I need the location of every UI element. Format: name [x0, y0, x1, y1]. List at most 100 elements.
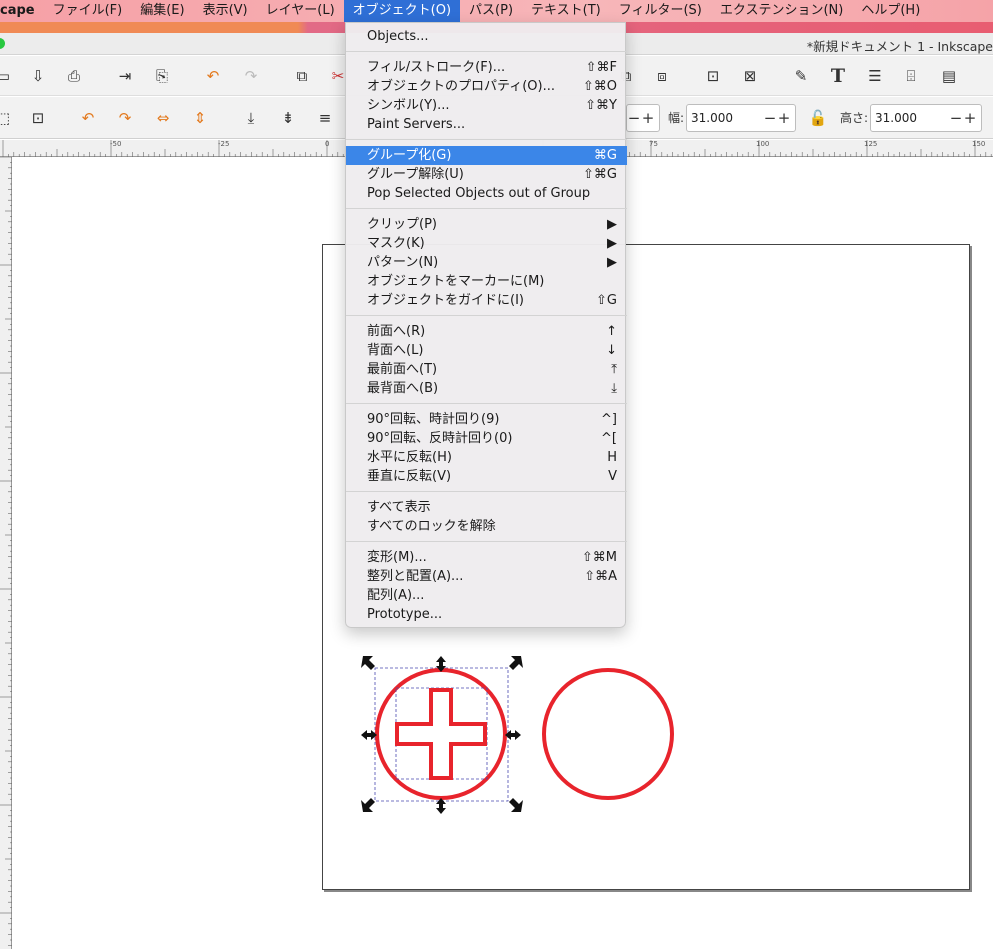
menu-item[interactable]: ヘルプ(H)	[852, 0, 929, 22]
object-menu-item[interactable]: オブジェクトをガイドに(I) ⇧G	[346, 291, 627, 310]
menu-item-label: 最前面へ(T)	[367, 362, 438, 377]
menu-item[interactable]: パス(P)	[460, 0, 522, 22]
object-menu-item[interactable]: 最前面へ(T) ⤒	[346, 360, 627, 379]
import-icon[interactable]: ⇩	[27, 65, 49, 87]
menu-item[interactable]: フィルター(S)	[610, 0, 711, 22]
select-all-icon[interactable]: ⬚	[0, 107, 14, 129]
circle-shape[interactable]	[542, 668, 674, 800]
object-menu-item[interactable]: グループ化(G) ⌘G	[346, 146, 627, 165]
menu-item-label: Paint Servers...	[367, 117, 466, 132]
resize-handle-right[interactable]	[505, 730, 521, 740]
menu-item[interactable]: エクステンション(N)	[711, 0, 852, 22]
raise-icon[interactable]: ≡	[314, 107, 336, 129]
menu-item[interactable]: 編集(E)	[131, 0, 193, 22]
resize-handle-top-right[interactable]	[509, 656, 523, 670]
resize-handle-bottom[interactable]	[436, 798, 446, 814]
object-menu-item[interactable]: 整列と配置(A)... ⇧⌘A	[346, 567, 627, 586]
object-menu-item[interactable]: 前面へ(R) ↑	[346, 322, 627, 341]
object-menu-item[interactable]: オブジェクトをマーカーに(M)	[346, 272, 627, 291]
object-menu-item[interactable]: 垂直に反転(V) V	[346, 467, 627, 486]
menu-item-shortcut: ⌘G	[593, 148, 617, 163]
object-menu-item[interactable]: マスク(K) ▶	[346, 234, 627, 253]
zoom-window-button[interactable]	[0, 38, 5, 49]
resize-handle-bottom-left[interactable]	[361, 798, 375, 812]
align-icon[interactable]: ▤	[938, 65, 960, 87]
save-icon[interactable]: ⎘	[151, 65, 173, 87]
selected-group[interactable]	[361, 656, 523, 814]
rotate-ccw-icon[interactable]: ↶	[77, 107, 99, 129]
resize-handle-bottom-right[interactable]	[509, 798, 523, 812]
menu-item[interactable]: オブジェクト(O)	[343, 0, 461, 22]
object-menu-item[interactable]: Prototype...	[346, 605, 627, 624]
minus-icon[interactable]: −	[949, 109, 963, 127]
menu-item[interactable]: 表示(V)	[194, 0, 257, 22]
object-menu-item[interactable]: 90°回転、時計回り(9) ^]	[346, 410, 627, 429]
lower-icon[interactable]: ⇟	[277, 107, 299, 129]
minus-icon[interactable]: −	[627, 109, 641, 127]
select-all-layers-icon[interactable]: ⊡	[27, 107, 49, 129]
menu-item-shortcut: ⇧⌘O	[582, 79, 617, 94]
object-menu-item[interactable]: シンボル(Y)... ⇧⌘Y	[346, 96, 627, 115]
ruler-label: -50	[110, 140, 122, 148]
object-menu-item[interactable]: Paint Servers...	[346, 115, 627, 134]
flip-horizontal-icon[interactable]: ⇔	[152, 107, 174, 129]
height-value[interactable]: 31.000	[871, 111, 949, 125]
cross-shape[interactable]	[395, 688, 487, 780]
plus-icon[interactable]: +	[963, 109, 977, 127]
menu-item-shortcut: ^]	[601, 412, 617, 427]
app-menu[interactable]: cape	[0, 0, 44, 22]
flip-vertical-icon[interactable]: ⇕	[189, 107, 211, 129]
object-menu-item[interactable]: オブジェクトのプロパティ(O)... ⇧⌘O	[346, 77, 627, 96]
lock-icon[interactable]: 🔓	[807, 107, 829, 129]
minus-icon[interactable]: −	[763, 109, 777, 127]
undo-icon[interactable]: ↶	[202, 65, 224, 87]
open-icon[interactable]: ▭	[0, 65, 14, 87]
menu-item-label: Prototype...	[367, 607, 443, 622]
object-menu-item[interactable]: クリップ(P) ▶	[346, 215, 627, 234]
object-menu-item[interactable]: 配列(A)...	[346, 586, 627, 605]
ungroup-icon[interactable]: ⧈	[651, 65, 673, 87]
menu-item[interactable]: ファイル(F)	[44, 0, 132, 22]
menu-item-label: 水平に反転(H)	[367, 450, 452, 465]
object-menu-item[interactable]: 変形(M)... ⇧⌘M	[346, 548, 627, 567]
menu-item-shortcut: ⤒	[611, 362, 617, 377]
menu-item-label: グループ化(G)	[367, 148, 452, 163]
object-menu-item[interactable]: Pop Selected Objects out of Group	[346, 184, 627, 203]
width-field[interactable]: 31.000 − +	[686, 104, 796, 132]
x-stepper[interactable]: − +	[626, 104, 660, 132]
object-menu-item[interactable]: 最背面へ(B) ⤓	[346, 379, 627, 398]
object-menu-item[interactable]: フィル/ストローク(F)... ⇧⌘F	[346, 58, 627, 77]
object-menu-item[interactable]: Objects...	[346, 27, 627, 46]
menu-separator	[346, 491, 627, 492]
rotate-cw-icon[interactable]: ↷	[114, 107, 136, 129]
object-menu-item[interactable]: すべて表示	[346, 498, 627, 517]
redo-icon[interactable]: ↷	[240, 65, 262, 87]
menu-item[interactable]: テキスト(T)	[522, 0, 610, 22]
object-menu-item[interactable]: パターン(N) ▶	[346, 253, 627, 272]
menu-item-label: 前面へ(R)	[367, 324, 426, 339]
object-menu-item[interactable]: すべてのロックを解除	[346, 517, 627, 536]
height-field[interactable]: 31.000 − +	[870, 104, 982, 132]
resize-handle-top-left[interactable]	[361, 656, 375, 670]
object-menu-item[interactable]: 90°回転、反時計回り(0) ^[	[346, 429, 627, 448]
zoom-selection-icon[interactable]: ⊡	[702, 65, 724, 87]
canvas-objects	[361, 656, 674, 814]
width-value[interactable]: 31.000	[687, 111, 763, 125]
layers-icon[interactable]: ☰	[864, 65, 886, 87]
object-menu-item[interactable]: グループ解除(U) ⇧⌘G	[346, 165, 627, 184]
menu-item[interactable]: レイヤー(L)	[257, 0, 344, 22]
xml-editor-icon[interactable]: ⌹	[900, 65, 922, 87]
text-tool-icon[interactable]: T	[827, 65, 849, 87]
object-menu-item[interactable]: 背面へ(L) ↓	[346, 341, 627, 360]
menu-item-shortcut: ↑	[606, 324, 617, 339]
zoom-drawing-icon[interactable]: ⊠	[739, 65, 761, 87]
pen-icon[interactable]: ✎	[790, 65, 812, 87]
plus-icon[interactable]: +	[777, 109, 791, 127]
ruler-ticks-vertical	[0, 157, 12, 946]
plus-icon[interactable]: +	[641, 109, 655, 127]
copy-icon[interactable]: ⧉	[291, 65, 313, 87]
print-icon[interactable]: ⎙	[63, 65, 85, 87]
export-icon[interactable]: ⇥	[114, 65, 136, 87]
object-menu-item[interactable]: 水平に反転(H) H	[346, 448, 627, 467]
lower-bottom-icon[interactable]: ⤓	[240, 107, 262, 129]
